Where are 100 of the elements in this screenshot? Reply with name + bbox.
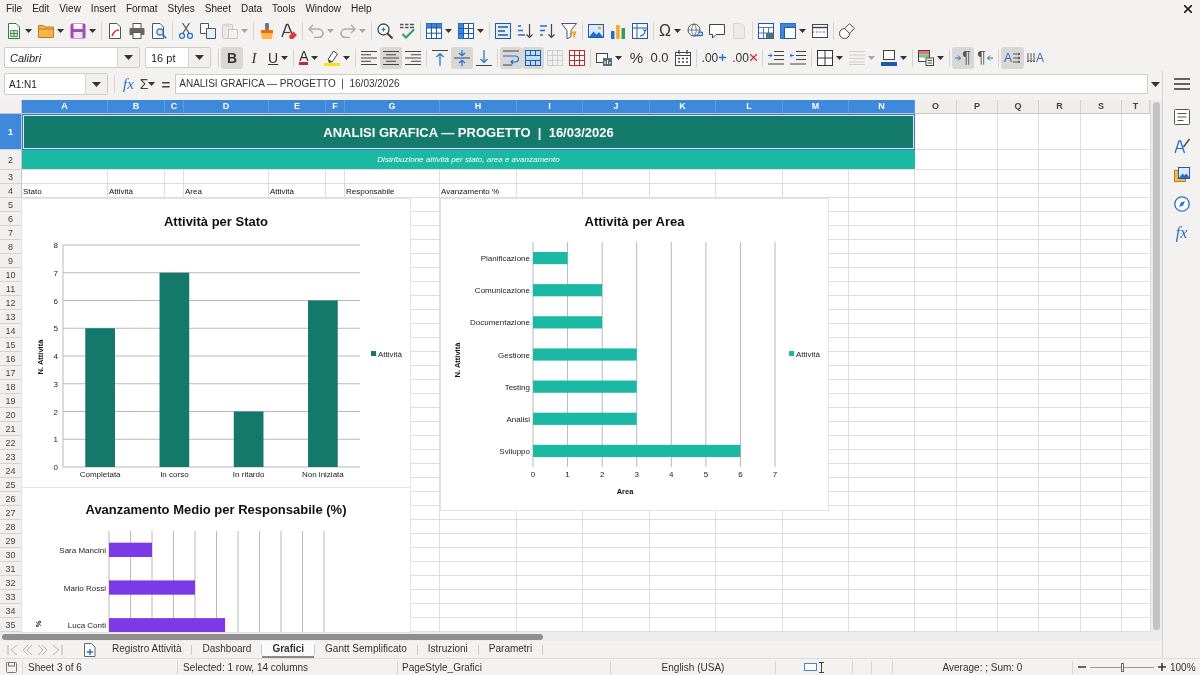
underline-button[interactable]: U <box>265 46 292 69</box>
close-document-button[interactable] <box>1182 3 1194 15</box>
row-header[interactable]: 7 <box>0 226 22 240</box>
align-middle-button[interactable] <box>451 46 474 69</box>
row-header[interactable]: 1 <box>0 114 22 150</box>
row-header[interactable]: 20 <box>0 408 22 422</box>
menu-item[interactable]: Format <box>120 1 163 17</box>
column-header[interactable]: D <box>184 100 269 114</box>
column-header[interactable]: P <box>957 100 998 114</box>
row-header[interactable]: 18 <box>0 380 22 394</box>
row-header[interactable]: 4 <box>0 184 22 198</box>
sheet-tab[interactable]: Istruzioni <box>417 641 478 658</box>
row-header[interactable]: 2 <box>0 150 22 170</box>
row-header[interactable]: 5 <box>0 198 22 212</box>
sheet-title-banner[interactable]: ANALISI GRAFICA — PROGETTO | 16/03/2026 <box>22 114 915 150</box>
name-box[interactable]: A1:N1 <box>4 73 108 95</box>
row-header[interactable]: 32 <box>0 576 22 590</box>
column-header[interactable]: J <box>583 100 650 114</box>
sheet-tab[interactable]: Gantt Semplificato <box>315 641 417 658</box>
column-header[interactable]: S <box>1081 100 1122 114</box>
row-header[interactable]: 8 <box>0 240 22 254</box>
row-header[interactable]: 30 <box>0 548 22 562</box>
row-header[interactable]: 19 <box>0 394 22 408</box>
row-header[interactable]: 26 <box>0 492 22 506</box>
column-header[interactable]: A <box>22 100 108 114</box>
row-header[interactable]: 13 <box>0 310 22 324</box>
dropdown-button[interactable] <box>117 48 139 67</box>
text-top-to-bottom-button[interactable]: A <box>1023 46 1047 69</box>
row-header[interactable]: 22 <box>0 436 22 450</box>
add-decimal-button[interactable]: .00 <box>698 46 730 69</box>
row-header[interactable]: 35 <box>0 618 22 632</box>
menu-item[interactable]: Edit <box>27 1 55 17</box>
column-header[interactable]: T <box>1122 100 1150 114</box>
bold-button[interactable]: B <box>221 46 243 69</box>
pivot-table-button[interactable] <box>629 20 651 42</box>
formula-button[interactable]: = <box>158 74 174 94</box>
row-header[interactable]: 24 <box>0 464 22 478</box>
menu-item[interactable]: Styles <box>162 1 200 17</box>
font-name-field[interactable]: Calibri <box>4 47 140 68</box>
font-color-button[interactable]: A <box>296 46 322 69</box>
italic-button[interactable]: I <box>243 46 265 69</box>
column-header[interactable]: O <box>915 100 957 114</box>
spreadsheet-grid[interactable] <box>0 114 1150 632</box>
row-header[interactable]: 25 <box>0 478 22 492</box>
row-header[interactable]: 16 <box>0 352 22 366</box>
merge-and-center-button[interactable] <box>522 46 545 69</box>
align-center-button[interactable] <box>380 46 403 69</box>
column-header[interactable]: M <box>783 100 849 114</box>
menu-item[interactable]: Data <box>235 1 268 17</box>
sheet-tab[interactable]: Registro Attività <box>102 641 192 658</box>
column-header[interactable]: N <box>849 100 915 114</box>
column-header[interactable]: E <box>269 100 326 114</box>
sheet-tab[interactable]: Dashboard <box>192 641 262 658</box>
column-header[interactable]: L <box>716 100 783 114</box>
row-header[interactable]: 15 <box>0 338 22 352</box>
menu-item[interactable]: Sheet <box>199 1 236 17</box>
functions-button[interactable]: fx <box>1166 218 1197 247</box>
menu-item[interactable]: Window <box>300 1 346 17</box>
right-to-left-button[interactable]: ¶ <box>973 46 996 69</box>
row-header[interactable]: 28 <box>0 520 22 534</box>
special-character-button[interactable]: Ω <box>656 20 684 42</box>
scrollbar-thumb[interactable] <box>2 633 543 640</box>
horizontal-scrollbar[interactable] <box>0 632 1162 641</box>
left-to-right-button[interactable]: ¶ <box>951 46 974 69</box>
row-header[interactable]: 23 <box>0 450 22 464</box>
row-header[interactable]: 31 <box>0 562 22 576</box>
delete-decimal-button[interactable]: .00 <box>729 46 760 69</box>
insert-rows-button[interactable] <box>423 20 455 42</box>
row-header[interactable]: 33 <box>0 590 22 604</box>
menu-item[interactable]: Insert <box>85 1 121 17</box>
zoom-in-button[interactable] <box>1158 663 1166 671</box>
column-header[interactable]: B <box>108 100 165 114</box>
font-size-field[interactable]: 16 pt <box>145 47 211 68</box>
row-header[interactable]: 3 <box>0 170 22 184</box>
copy-button[interactable] <box>197 20 219 42</box>
percent-format-button[interactable]: % <box>625 46 648 69</box>
menu-item[interactable]: Help <box>346 1 377 17</box>
column-header[interactable]: Q <box>998 100 1039 114</box>
formula-input[interactable]: ANALISI GRAFICA — PROGETTO | 16/03/2026 <box>175 74 1148 94</box>
dropdown-button[interactable] <box>85 74 107 94</box>
column-header[interactable]: I <box>517 100 583 114</box>
column-header[interactable]: G <box>345 100 440 114</box>
row-header[interactable]: 34 <box>0 604 22 618</box>
number-decimal-format-button[interactable]: 0.0 <box>647 46 672 69</box>
find-button[interactable] <box>374 20 396 42</box>
function-wizard-button[interactable]: fx <box>120 74 137 94</box>
menu-item[interactable]: View <box>54 1 86 17</box>
slider-thumb[interactable] <box>1121 662 1124 672</box>
column-header[interactable]: C <box>165 100 184 114</box>
column-header[interactable]: R <box>1039 100 1081 114</box>
menu-item[interactable]: Tools <box>267 1 301 17</box>
row-header[interactable]: 11 <box>0 282 22 296</box>
sort-button[interactable] <box>492 20 514 42</box>
row-header[interactable]: 17 <box>0 366 22 380</box>
sum-button[interactable]: Σ <box>136 74 159 94</box>
column-header[interactable]: K <box>650 100 716 114</box>
row-header[interactable]: 12 <box>0 296 22 310</box>
column-header[interactable]: F <box>326 100 345 114</box>
row-header[interactable]: 6 <box>0 212 22 226</box>
sheet-tab[interactable]: Parametri <box>478 641 543 658</box>
